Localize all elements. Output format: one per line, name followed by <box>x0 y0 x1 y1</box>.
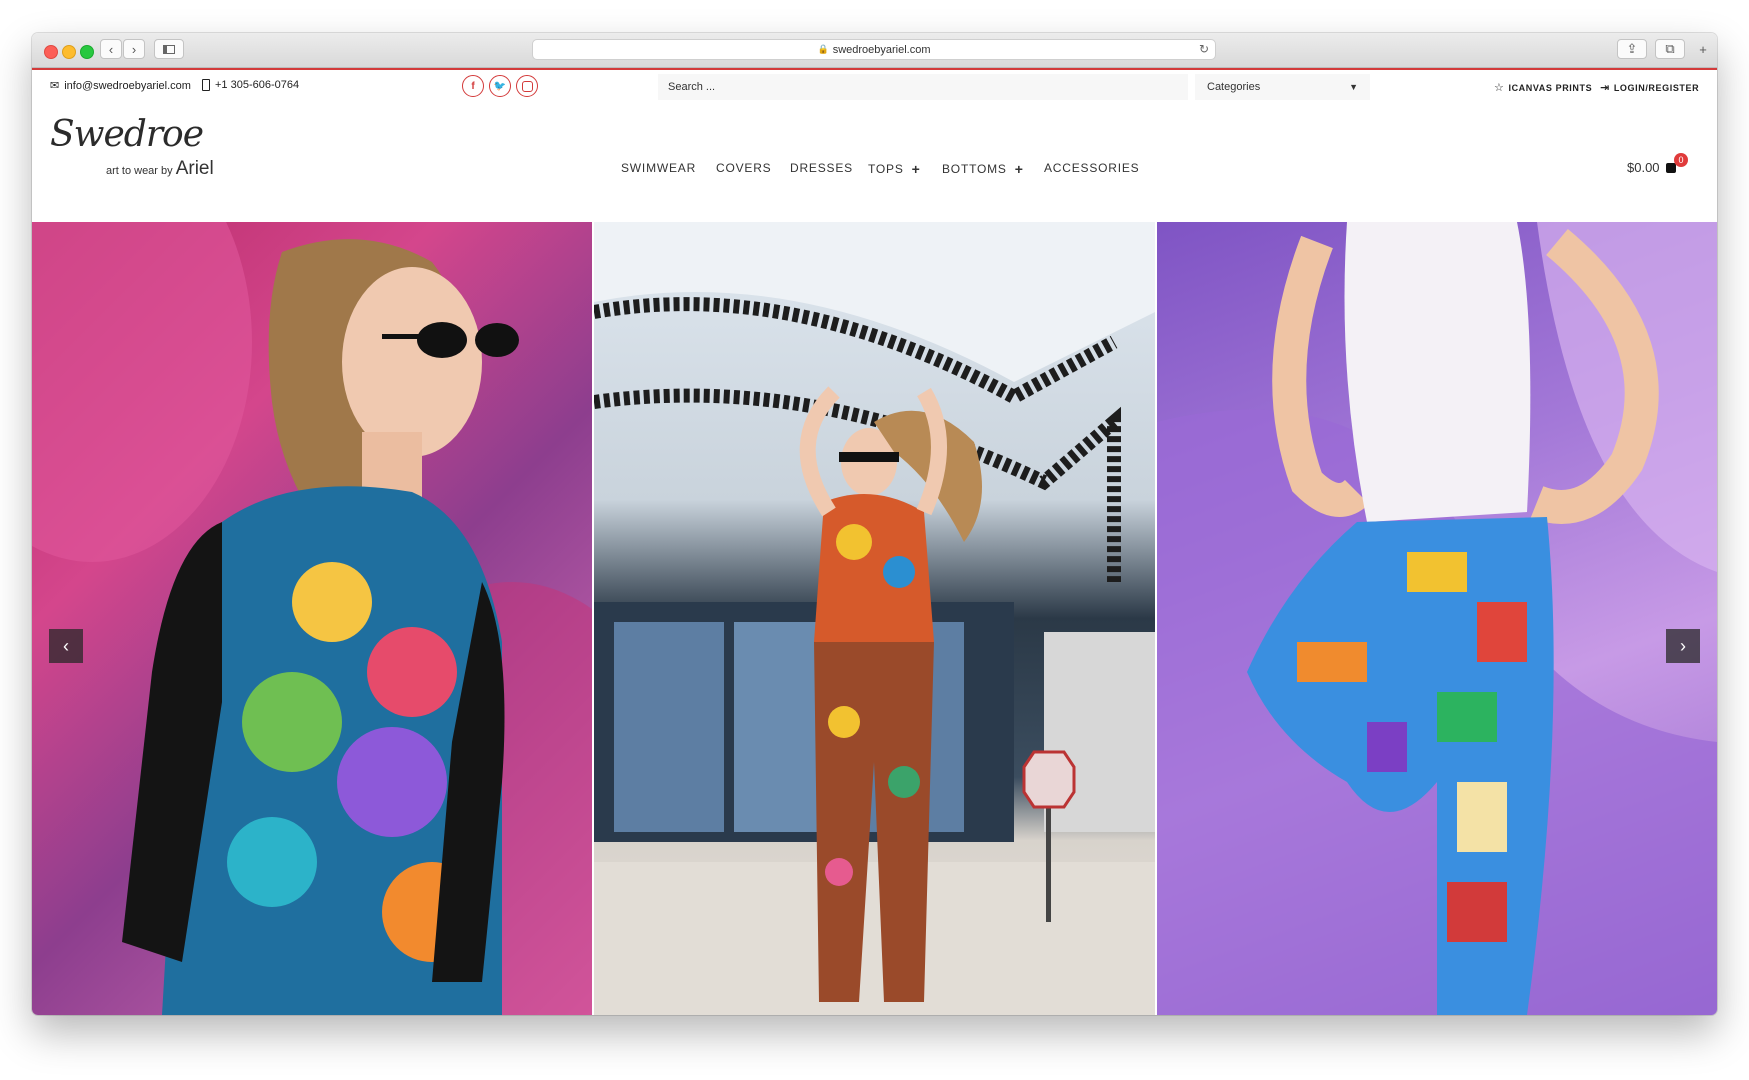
logo-tag-text: art to wear by <box>106 165 173 177</box>
facebook-link[interactable]: f <box>462 75 484 97</box>
nav-item-accessories[interactable]: ACCESSORIES <box>1044 161 1140 175</box>
model-leggings-illustration <box>1157 222 1717 1015</box>
back-button[interactable]: ‹ <box>100 39 122 59</box>
chevron-right-icon: › <box>131 41 137 57</box>
logo-tagline: art to wear by Ariel <box>106 158 214 180</box>
site-header: Swedroe art to wear by Ariel SWIMWEAR CO… <box>32 104 1717 222</box>
chevron-left-icon: ‹ <box>108 41 114 57</box>
tabs-icon: ⧉ <box>1665 41 1675 56</box>
nav-label: TOPS <box>868 162 904 176</box>
twitter-link[interactable]: 🐦 <box>489 75 511 97</box>
cart-total: $0.00 <box>1627 160 1660 175</box>
nav-label: SWIMWEAR <box>621 161 697 175</box>
mail-icon: ✉ <box>50 80 60 92</box>
categories-label: Categories <box>1207 81 1261 93</box>
login-register-label: LOGIN/REGISTER <box>1613 82 1700 93</box>
browser-titlebar: ‹ › 🔒 swedroebyariel.com ↻ ⇪ ⧉ + <box>32 33 1717 68</box>
categories-select[interactable]: Categories ▼ <box>1195 74 1370 100</box>
nav-item-covers[interactable]: COVERS <box>716 161 771 175</box>
login-register-link[interactable]: ⇥ LOGIN/REGISTER <box>1600 81 1699 94</box>
nav-label: ACCESSORIES <box>1044 161 1140 175</box>
chevron-left-icon: ‹ <box>63 635 69 656</box>
slide-image-jumpsuit[interactable] <box>594 222 1155 1015</box>
nav-item-bottoms[interactable]: BOTTOMS + <box>942 161 1024 177</box>
logo-script: Swedroe <box>50 114 204 155</box>
cart-link[interactable]: $0.00 <box>1627 160 1676 175</box>
phone-link[interactable]: +1 305-606-0764 <box>202 79 299 91</box>
slider-next-button[interactable]: › <box>1666 629 1700 663</box>
forward-button[interactable]: › <box>123 39 145 59</box>
nav-label: BOTTOMS <box>942 162 1007 176</box>
logo-name: Ariel <box>175 158 214 179</box>
url-text: swedroebyariel.com <box>832 43 931 56</box>
nav-item-tops[interactable]: TOPS + <box>868 161 921 177</box>
model-jumpsuit-illustration <box>594 222 1155 1015</box>
share-icon: ⇪ <box>1626 41 1638 56</box>
shopping-bag-icon <box>1665 162 1676 173</box>
icanvas-prints-link[interactable]: ☆ ICANVAS PRINTS <box>1494 81 1592 94</box>
cart-count-badge: 0 <box>1674 153 1688 167</box>
tabs-overview-button[interactable]: ⧉ <box>1655 39 1685 59</box>
instagram-link[interactable] <box>516 75 538 97</box>
sidebar-icon <box>163 44 175 54</box>
close-window-button[interactable] <box>44 45 58 59</box>
hero-slider: ‹ › <box>32 222 1717 1015</box>
reload-icon[interactable]: ↻ <box>1199 42 1209 56</box>
nav-item-dresses[interactable]: DRESSES <box>790 161 853 175</box>
share-button[interactable]: ⇪ <box>1617 39 1647 59</box>
twitter-icon: 🐦 <box>493 80 507 92</box>
facebook-icon: f <box>471 80 475 92</box>
phone-text: +1 305-606-0764 <box>215 79 300 91</box>
site-logo[interactable]: Swedroe art to wear by Ariel <box>50 114 230 184</box>
caret-down-icon: ▼ <box>1349 82 1358 92</box>
email-text: info@swedroebyariel.com <box>64 79 191 92</box>
address-bar[interactable]: 🔒 swedroebyariel.com ↻ <box>532 39 1216 60</box>
sign-in-icon: ⇥ <box>1600 82 1610 94</box>
chevron-right-icon: › <box>1680 635 1686 656</box>
top-bar: ✉ info@swedroebyariel.com +1 305-606-076… <box>32 70 1717 104</box>
slide-image-jacket[interactable] <box>32 222 592 1015</box>
nav-label: COVERS <box>716 161 772 175</box>
nav-label: DRESSES <box>790 161 853 175</box>
browser-window: ‹ › 🔒 swedroebyariel.com ↻ ⇪ ⧉ + ✉ info@… <box>32 33 1717 1015</box>
sidebar-toggle-button[interactable] <box>154 39 184 59</box>
icanvas-prints-label: ICANVAS PRINTS <box>1508 82 1593 93</box>
expand-plus-icon: + <box>1014 161 1024 177</box>
new-tab-button[interactable]: + <box>1694 39 1712 59</box>
search-placeholder: Search ... <box>668 81 716 93</box>
model-jacket-illustration <box>32 222 592 1015</box>
phone-icon <box>202 79 210 91</box>
search-input[interactable]: Search ... <box>658 74 1188 100</box>
instagram-icon <box>521 80 533 92</box>
zoom-window-button[interactable] <box>80 45 94 59</box>
minimize-window-button[interactable] <box>62 45 76 59</box>
nav-item-swimwear[interactable]: SWIMWEAR <box>621 161 696 175</box>
star-icon: ☆ <box>1494 82 1505 94</box>
slider-prev-button[interactable]: ‹ <box>49 629 83 663</box>
email-link[interactable]: ✉ info@swedroebyariel.com <box>50 79 191 93</box>
expand-plus-icon: + <box>911 161 921 177</box>
lock-icon: 🔒 <box>817 44 829 54</box>
slide-image-leggings[interactable] <box>1157 222 1717 1015</box>
plus-icon: + <box>1699 41 1707 57</box>
